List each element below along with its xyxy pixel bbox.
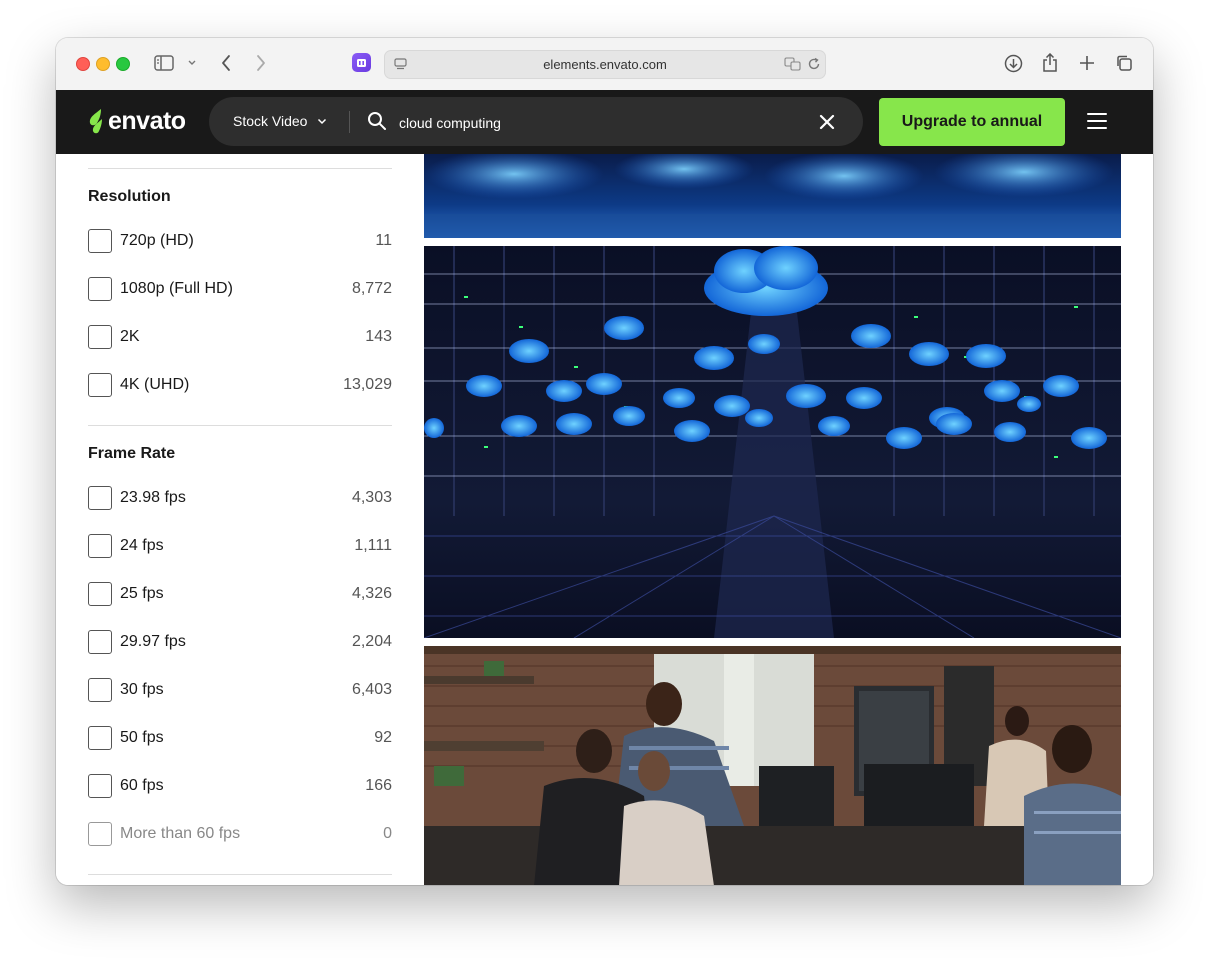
hamburger-menu-icon[interactable]	[1087, 113, 1107, 131]
filter-count: 0	[383, 825, 392, 842]
search-input[interactable]	[397, 110, 801, 136]
filter-row-720p[interactable]: 720p (HD) 11	[88, 229, 392, 253]
checkbox[interactable]	[88, 774, 112, 798]
tab-overview-icon[interactable]	[1114, 53, 1134, 73]
back-arrow-icon[interactable]	[216, 53, 236, 73]
filter-row-23-98fps[interactable]: 23.98 fps 4,303	[88, 486, 392, 510]
upgrade-button[interactable]: Upgrade to annual	[879, 98, 1065, 146]
filter-label: 24 fps	[120, 537, 164, 554]
checkbox[interactable]	[88, 822, 112, 846]
new-tab-icon[interactable]	[1077, 53, 1097, 73]
filter-label: 1080p (Full HD)	[120, 280, 233, 297]
forward-arrow-icon[interactable]	[251, 53, 271, 73]
filter-count: 92	[374, 729, 392, 746]
logo-text: envato	[108, 107, 186, 135]
filter-count: 6,403	[351, 681, 392, 698]
filter-row-60fps[interactable]: 60 fps 166	[88, 774, 392, 798]
downloads-icon[interactable]	[1003, 53, 1023, 73]
filter-count: 166	[365, 777, 392, 794]
filter-row-30fps[interactable]: 30 fps 6,403	[88, 678, 392, 702]
share-icon[interactable]	[1040, 52, 1060, 74]
filter-label: 2K	[120, 328, 140, 345]
filter-count: 4,326	[351, 585, 392, 602]
video-thumbnail[interactable]	[424, 154, 1121, 238]
browser-window: elements.envato.com envato Stock Video c…	[56, 38, 1153, 885]
section-divider	[88, 425, 392, 426]
filter-count: 2,204	[351, 633, 392, 650]
sidebar-toggle-icon[interactable]	[153, 54, 175, 72]
category-label: Stock Video	[233, 113, 308, 129]
checkbox[interactable]	[88, 534, 112, 558]
filter-row-25fps[interactable]: 25 fps 4,326	[88, 582, 392, 606]
filter-label: 23.98 fps	[120, 489, 186, 506]
video-thumbnail[interactable]	[424, 646, 1121, 885]
search-divider	[349, 111, 350, 133]
site-header: envato Stock Video Upgrade to annual	[56, 90, 1153, 154]
filter-row-29-97fps[interactable]: 29.97 fps 2,204	[88, 630, 392, 654]
section-divider	[88, 874, 392, 875]
checkbox[interactable]	[88, 373, 112, 397]
filter-row-2k[interactable]: 2K 143	[88, 325, 392, 349]
filter-count: 4,303	[351, 489, 392, 506]
filter-row-24fps[interactable]: 24 fps 1,111	[88, 534, 392, 558]
filter-label: 4K (UHD)	[120, 376, 190, 393]
filter-row-50fps[interactable]: 50 fps 92	[88, 726, 392, 750]
close-icon	[819, 114, 835, 130]
search-bar: Stock Video	[209, 97, 863, 146]
video-thumbnail[interactable]	[424, 246, 1121, 638]
frame-rate-title: Frame Rate	[88, 445, 176, 462]
chevron-down-icon[interactable]	[186, 57, 198, 69]
translate-icon[interactable]	[783, 56, 801, 72]
filter-count: 143	[365, 328, 392, 345]
filter-row-more-than-60fps[interactable]: More than 60 fps 0	[88, 822, 392, 846]
main-content: Resolution 720p (HD) 11 1080p (Full HD) …	[56, 154, 1153, 885]
zoom-window-button[interactable]	[116, 57, 130, 71]
chevron-down-icon	[318, 118, 327, 124]
checkbox[interactable]	[88, 582, 112, 606]
filter-row-4k[interactable]: 4K (UHD) 13,029	[88, 373, 392, 397]
envato-logo[interactable]: envato	[87, 107, 186, 136]
category-dropdown[interactable]: Stock Video	[233, 113, 327, 129]
filter-count: 13,029	[343, 376, 392, 393]
filter-label: More than 60 fps	[120, 825, 241, 842]
checkbox[interactable]	[88, 325, 112, 349]
checkbox[interactable]	[88, 229, 112, 253]
filter-count: 8,772	[351, 280, 392, 297]
url-text: elements.envato.com	[543, 57, 667, 72]
filter-row-1080p[interactable]: 1080p (Full HD) 8,772	[88, 277, 392, 301]
filter-label: 25 fps	[120, 585, 164, 602]
checkbox[interactable]	[88, 277, 112, 301]
filter-count: 11	[375, 232, 392, 249]
filter-label: 720p (HD)	[120, 232, 194, 249]
filter-count: 1,111	[354, 537, 392, 554]
resolution-title: Resolution	[88, 188, 171, 205]
filter-label: 30 fps	[120, 681, 164, 698]
filter-label: 50 fps	[120, 729, 164, 746]
extension-icon[interactable]	[352, 53, 371, 72]
checkbox[interactable]	[88, 630, 112, 654]
search-icon	[367, 111, 387, 136]
reload-icon[interactable]	[806, 56, 822, 72]
clear-search-button[interactable]	[817, 112, 837, 132]
filter-label: 60 fps	[120, 777, 164, 794]
browser-toolbar: elements.envato.com	[56, 38, 1153, 91]
section-divider	[88, 168, 392, 169]
checkbox[interactable]	[88, 678, 112, 702]
checkbox[interactable]	[88, 726, 112, 750]
address-bar[interactable]: elements.envato.com	[384, 50, 826, 79]
checkbox[interactable]	[88, 486, 112, 510]
envato-leaf-icon	[89, 108, 102, 133]
filter-label: 29.97 fps	[120, 633, 186, 650]
minimize-window-button[interactable]	[96, 57, 110, 71]
close-window-button[interactable]	[76, 57, 90, 71]
